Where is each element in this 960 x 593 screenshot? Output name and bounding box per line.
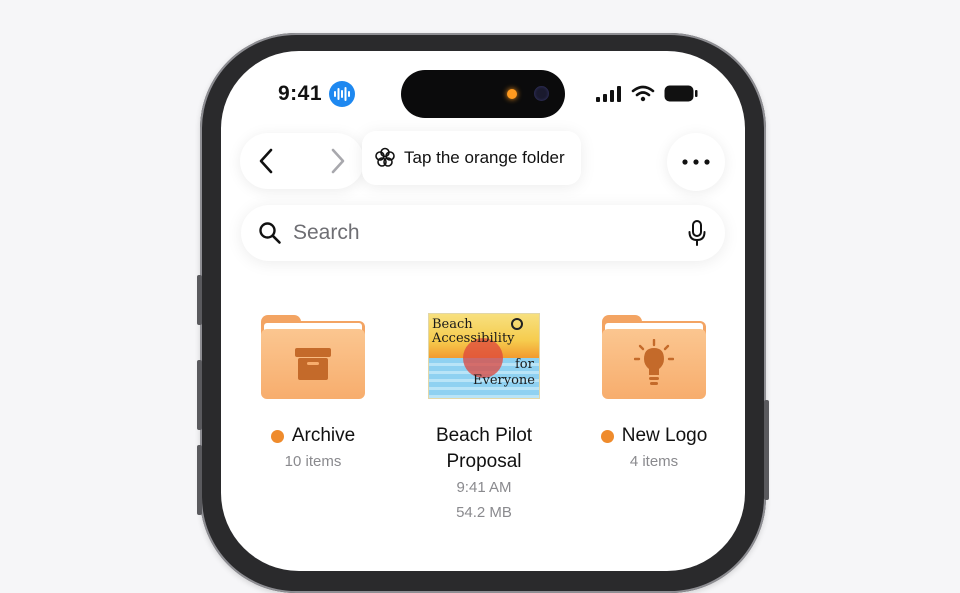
item-subtitle: 9:41 AM xyxy=(456,479,512,496)
navigation-pill xyxy=(240,133,364,189)
orange-tag-dot xyxy=(270,429,284,443)
lightbulb-icon xyxy=(634,339,674,385)
folder-icon xyxy=(261,313,365,399)
thumbnail-text: Everyone xyxy=(473,373,535,388)
file-item-archive[interactable]: Archive 10 items xyxy=(233,313,393,474)
item-name: Archive xyxy=(291,425,356,446)
microphone-icon[interactable] xyxy=(687,219,707,247)
status-time: 9:41 xyxy=(278,82,323,105)
assistant-hint: Tap the orange folder xyxy=(362,131,581,185)
hint-text: Tap the orange folder xyxy=(404,148,565,167)
thumbnail-text: Beach xyxy=(432,317,473,332)
signal-icon xyxy=(596,85,621,102)
voice-waveform-icon[interactable] xyxy=(329,81,355,107)
side-button xyxy=(197,445,202,515)
chevron-left-icon xyxy=(259,148,273,174)
side-button xyxy=(197,360,202,430)
forward-button[interactable] xyxy=(324,147,352,175)
thumbnail-text: Accessibility xyxy=(432,331,515,346)
folder-icon xyxy=(602,313,706,399)
archive-box-icon xyxy=(295,348,331,380)
item-name: New Logo xyxy=(621,425,708,446)
back-button[interactable] xyxy=(252,147,280,175)
item-size: 54.2 MB xyxy=(456,504,512,521)
search-input[interactable]: Search xyxy=(293,221,360,245)
wifi-icon xyxy=(631,85,655,102)
file-item-beach-pilot-proposal[interactable]: Beach Accessibility for Everyone Beach P… xyxy=(404,313,564,525)
more-button[interactable] xyxy=(667,133,725,191)
document-thumbnail: Beach Accessibility for Everyone xyxy=(428,313,540,399)
orange-tag-dot xyxy=(600,429,614,443)
thumbnail-text: for xyxy=(515,357,534,372)
assistant-flower-icon xyxy=(375,147,395,167)
dynamic-island xyxy=(401,70,565,118)
front-camera xyxy=(534,86,549,101)
side-button xyxy=(197,275,202,325)
file-item-new-logo[interactable]: New Logo 4 items xyxy=(574,313,734,474)
item-subtitle: 4 items xyxy=(629,453,679,470)
side-button xyxy=(764,400,769,500)
item-name: Beach Pilot Proposal xyxy=(435,425,533,472)
battery-icon xyxy=(664,85,698,102)
chevron-right-icon xyxy=(331,148,345,174)
search-icon xyxy=(259,222,281,244)
mic-indicator-dot xyxy=(507,89,517,99)
item-subtitle: 10 items xyxy=(284,453,342,470)
status-icons xyxy=(596,85,698,102)
ellipsis-icon xyxy=(682,159,710,165)
search-field[interactable]: Search xyxy=(241,205,725,261)
phone-screen: 9:41 Tap the orange folder Search Archiv… xyxy=(221,51,745,571)
